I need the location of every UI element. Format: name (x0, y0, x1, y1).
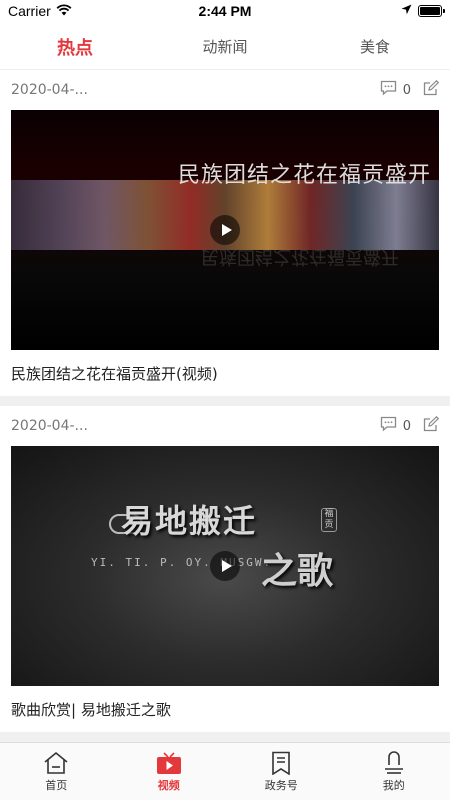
home-icon (42, 751, 70, 775)
thumbnail-caption: 易地搬迁 (121, 502, 258, 540)
tab-food[interactable]: 美食 (300, 24, 450, 69)
video-thumbnail[interactable]: 易地搬迁 福贡 YI. TI. P. OY. MUSGW: 之歌 (11, 446, 439, 686)
card-actions: 0 (380, 415, 440, 436)
thumbnail-caption-reflection: 民族团结之花在福贡盛开 (201, 246, 399, 267)
card-date: 2020-04-... (11, 418, 88, 434)
bookmark-icon (267, 751, 295, 775)
status-left: Carrier (8, 3, 72, 19)
bottom-nav: 首页 视频 政务号 我的 (0, 742, 450, 800)
video-card[interactable]: 2020-04-... 0 民族团结之花在福贡盛开 民族团结之花在福贡盛开 民族… (0, 70, 450, 396)
card-date: 2020-04-... (11, 82, 88, 98)
comment-count: 0 (402, 418, 411, 434)
tv-video-icon (155, 751, 183, 775)
nav-profile[interactable]: 我的 (338, 743, 450, 800)
play-button[interactable] (210, 551, 240, 581)
card-title[interactable]: 民族团结之花在福贡盛开(视频) (11, 350, 439, 396)
card-header: 2020-04-... 0 (11, 70, 440, 110)
nav-home-label: 首页 (45, 778, 68, 792)
thumbnail-subtitle: YI. TI. P. OY. MUSGW: (91, 556, 273, 569)
battery-icon (418, 5, 445, 17)
tab-motion-news[interactable]: 动新闻 (150, 24, 300, 69)
nav-profile-label: 我的 (382, 778, 405, 792)
location-arrow-icon (401, 3, 412, 19)
card-actions: 0 (380, 79, 440, 100)
carrier-label: Carrier (8, 3, 51, 19)
nav-video[interactable]: 视频 (113, 743, 226, 800)
wifi-icon (56, 3, 72, 19)
card-title[interactable]: 歌曲欣赏| 易地搬迁之歌 (11, 686, 439, 732)
comment-icon[interactable] (380, 80, 397, 100)
thumbnail-seal: 福贡 (321, 508, 337, 532)
play-button[interactable] (210, 215, 240, 245)
tab-hot[interactable]: 热点 (0, 24, 150, 69)
top-tabs: 热点 动新闻 美食 (0, 24, 450, 70)
share-edit-icon[interactable] (423, 415, 440, 436)
comment-count: 0 (402, 82, 411, 98)
nav-government[interactable]: 政务号 (225, 743, 338, 800)
nav-home[interactable]: 首页 (0, 743, 113, 800)
status-right (401, 3, 445, 19)
card-header: 2020-04-... 0 (11, 406, 440, 446)
video-thumbnail[interactable]: 民族团结之花在福贡盛开 民族团结之花在福贡盛开 (11, 110, 439, 350)
comment-icon[interactable] (380, 416, 397, 436)
thumbnail-caption-2: 之歌 (261, 551, 334, 592)
status-bar: Carrier 2:44 PM (0, 0, 450, 22)
thumbnail-caption: 民族团结之花在福贡盛开 (177, 163, 431, 188)
share-edit-icon[interactable] (423, 79, 440, 100)
nav-government-label: 政务号 (264, 778, 298, 792)
profile-icon (380, 750, 408, 775)
nav-video-label: 视频 (157, 778, 180, 792)
video-card[interactable]: 2020-04-... 0 易地搬迁 福贡 YI. TI. P. OY. MUS… (0, 406, 450, 732)
video-feed[interactable]: 2020-04-... 0 民族团结之花在福贡盛开 民族团结之花在福贡盛开 民族… (0, 70, 450, 742)
